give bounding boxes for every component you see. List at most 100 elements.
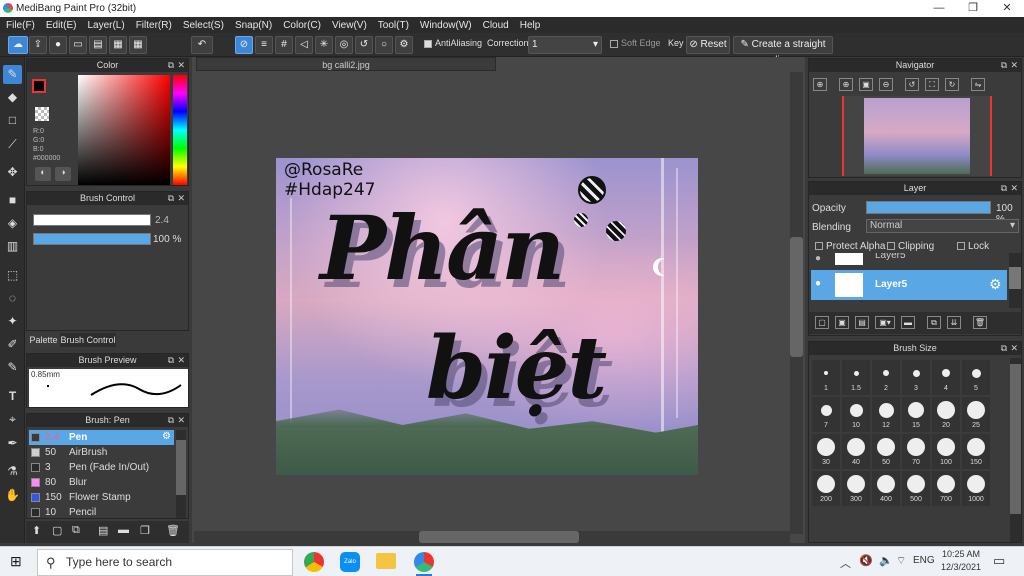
menu-file[interactable]: File(F) xyxy=(6,20,35,31)
brush-size-cell[interactable]: 40 xyxy=(842,434,870,469)
brush-list-item[interactable]: 2.4 Pen ⚙ xyxy=(29,430,174,445)
visibility-icon[interactable]: ● xyxy=(815,253,821,264)
menu-color[interactable]: Color(C) xyxy=(283,20,321,31)
grid-settings-icon[interactable]: ▦ xyxy=(109,36,127,54)
zalo-icon[interactable]: Zalo xyxy=(340,552,360,572)
zoom-in-icon[interactable]: ⊕ xyxy=(813,78,827,91)
undock-icon[interactable]: ⧉ xyxy=(1001,182,1007,195)
foreground-color-swatch[interactable] xyxy=(32,79,46,93)
undock-icon[interactable]: ⧉ xyxy=(1001,342,1007,355)
brush-settings-icon[interactable]: ⚙ xyxy=(162,431,171,442)
saturation-value-picker[interactable] xyxy=(78,75,170,185)
zoom-out-icon[interactable]: ⊖ xyxy=(879,78,893,91)
visibility-icon[interactable]: ● xyxy=(815,278,821,289)
clock-time[interactable]: 10:25 AM xyxy=(942,549,980,559)
fullscreen-icon[interactable]: ⛶ xyxy=(925,78,939,91)
sound-icon[interactable]: 🔈 xyxy=(879,554,893,567)
hue-slider[interactable] xyxy=(173,75,187,185)
move-tool-icon[interactable]: ✥ xyxy=(3,163,22,182)
notification-icon[interactable]: ▭ xyxy=(993,553,1005,569)
brush-size-cell[interactable]: 3 xyxy=(902,360,930,395)
tab-palette[interactable]: Palette xyxy=(27,333,60,347)
select-rect-tool-icon[interactable]: ⬚ xyxy=(3,266,22,285)
snap-parallel-icon[interactable]: ≡ xyxy=(255,36,273,54)
restore-button[interactable]: ❐ xyxy=(956,0,990,17)
menu-help[interactable]: Help xyxy=(520,20,541,31)
reset-button[interactable]: ⊘ Reset xyxy=(686,36,730,54)
line-tool-icon[interactable]: ⟋ xyxy=(3,135,22,154)
folder-icon[interactable]: ▬ xyxy=(901,316,915,329)
brush-size-cell[interactable]: 1000 xyxy=(962,471,990,506)
menu-layer[interactable]: Layer(L) xyxy=(87,20,124,31)
close-button[interactable]: ✕ xyxy=(990,0,1024,17)
brush-size-cell[interactable]: 5 xyxy=(962,360,990,395)
message-icon[interactable]: ▭ xyxy=(69,36,87,54)
brush-list-item[interactable]: 150 Flower Stamp xyxy=(29,490,174,505)
brush-size-cell[interactable]: 12 xyxy=(872,397,900,432)
menu-window[interactable]: Window(W) xyxy=(420,20,472,31)
wifi-icon[interactable]: ⌔ xyxy=(896,554,906,568)
rotate-left-icon[interactable]: ↺ xyxy=(905,78,919,91)
snap-ellipse-icon[interactable]: ○ xyxy=(375,36,393,54)
cloud-icon[interactable]: ☁ xyxy=(8,36,28,54)
brush-tool-icon[interactable]: ✎ xyxy=(3,65,22,84)
menu-cloud[interactable]: Cloud xyxy=(483,20,509,31)
new-brush-icon[interactable]: ▢ xyxy=(52,524,62,537)
blending-select[interactable]: Normal ▾ xyxy=(866,219,1019,233)
operation-tool-icon[interactable]: ⌖ xyxy=(3,410,22,429)
artwork-canvas[interactable]: @RosaRe #Hdap247 Phân biệt xyxy=(276,158,698,475)
brush-size-slider[interactable] xyxy=(33,214,151,226)
zoom-in-icon[interactable]: ⊕ xyxy=(839,78,853,91)
snap-curve-icon[interactable]: ↺ xyxy=(355,36,373,54)
chrome-icon[interactable] xyxy=(304,552,324,572)
menu-select[interactable]: Select(S) xyxy=(183,20,224,31)
undock-icon[interactable]: ⧉ xyxy=(168,354,174,367)
brush-size-cell[interactable]: 400 xyxy=(872,471,900,506)
brush-size-cell[interactable]: 150 xyxy=(962,434,990,469)
protect-alpha-checkbox[interactable]: Protect Alpha xyxy=(815,241,885,252)
select-pen-tool-icon[interactable]: ✐ xyxy=(3,335,22,354)
taskbar-search-box[interactable]: ⚲ Type here to search xyxy=(37,549,293,576)
brush-opacity-slider[interactable] xyxy=(33,233,151,245)
close-icon[interactable]: ✕ xyxy=(177,59,185,72)
snap-crisscross-icon[interactable]: # xyxy=(275,36,293,54)
palette-icon[interactable]: ◐ xyxy=(35,167,51,181)
brush-size-cell[interactable]: 500 xyxy=(902,471,930,506)
new-8bit-layer-icon[interactable]: ▣ xyxy=(835,316,849,329)
brush-size-cell[interactable]: 30 xyxy=(812,434,840,469)
select-eraser-tool-icon[interactable]: ✎ xyxy=(3,358,22,377)
clock-date[interactable]: 12/3/2021 xyxy=(941,562,981,572)
grid-icon[interactable]: ▦ xyxy=(129,36,147,54)
undock-icon[interactable]: ⧉ xyxy=(168,59,174,72)
straight-line-button[interactable]: ✎ Create a straight line xyxy=(733,36,833,66)
flip-icon[interactable]: ⇋ xyxy=(971,78,985,91)
brush-size-cell[interactable]: 100 xyxy=(932,434,960,469)
medibang-icon[interactable] xyxy=(414,552,434,572)
eyedropper-tool-icon[interactable]: ✒ xyxy=(3,434,22,453)
chevron-up-icon[interactable]: ︿ xyxy=(840,555,851,571)
undock-icon[interactable]: ⧉ xyxy=(1001,59,1007,72)
trash-icon[interactable]: 🗑 xyxy=(166,524,180,537)
menu-filter[interactable]: Filter(R) xyxy=(136,20,172,31)
close-icon[interactable]: ✕ xyxy=(1010,59,1018,72)
close-icon[interactable]: ✕ xyxy=(177,192,185,205)
snap-vanishing-icon[interactable]: ◁ xyxy=(295,36,313,54)
brush-size-cell[interactable]: 20 xyxy=(932,397,960,432)
swap-color-icon[interactable]: ◑ xyxy=(55,167,71,181)
shape-tool-icon[interactable]: □ xyxy=(3,111,22,130)
snap-off-icon[interactable]: ⊘ xyxy=(235,36,253,54)
horizontal-scrollbar[interactable] xyxy=(194,531,790,543)
menu-view[interactable]: View(V) xyxy=(332,20,367,31)
menu-snap[interactable]: Snap(N) xyxy=(235,20,272,31)
hand-tool-icon[interactable]: ✋ xyxy=(3,486,22,505)
lasso-tool-icon[interactable]: ◌ xyxy=(3,289,22,308)
undo-icon[interactable]: ↶ xyxy=(191,36,213,54)
brush-list-scrollbar[interactable] xyxy=(176,430,186,518)
brush-size-cell[interactable]: 25 xyxy=(962,397,990,432)
brush-size-cell[interactable]: 50 xyxy=(872,434,900,469)
mute-icon[interactable]: 🔇 xyxy=(859,554,873,567)
layer-scrollbar[interactable] xyxy=(1009,253,1021,308)
add-layer-menu-icon[interactable]: ▣▾ xyxy=(875,316,895,329)
copy-icon[interactable]: ❐ xyxy=(140,524,150,537)
undock-icon[interactable]: ⧉ xyxy=(168,414,174,427)
